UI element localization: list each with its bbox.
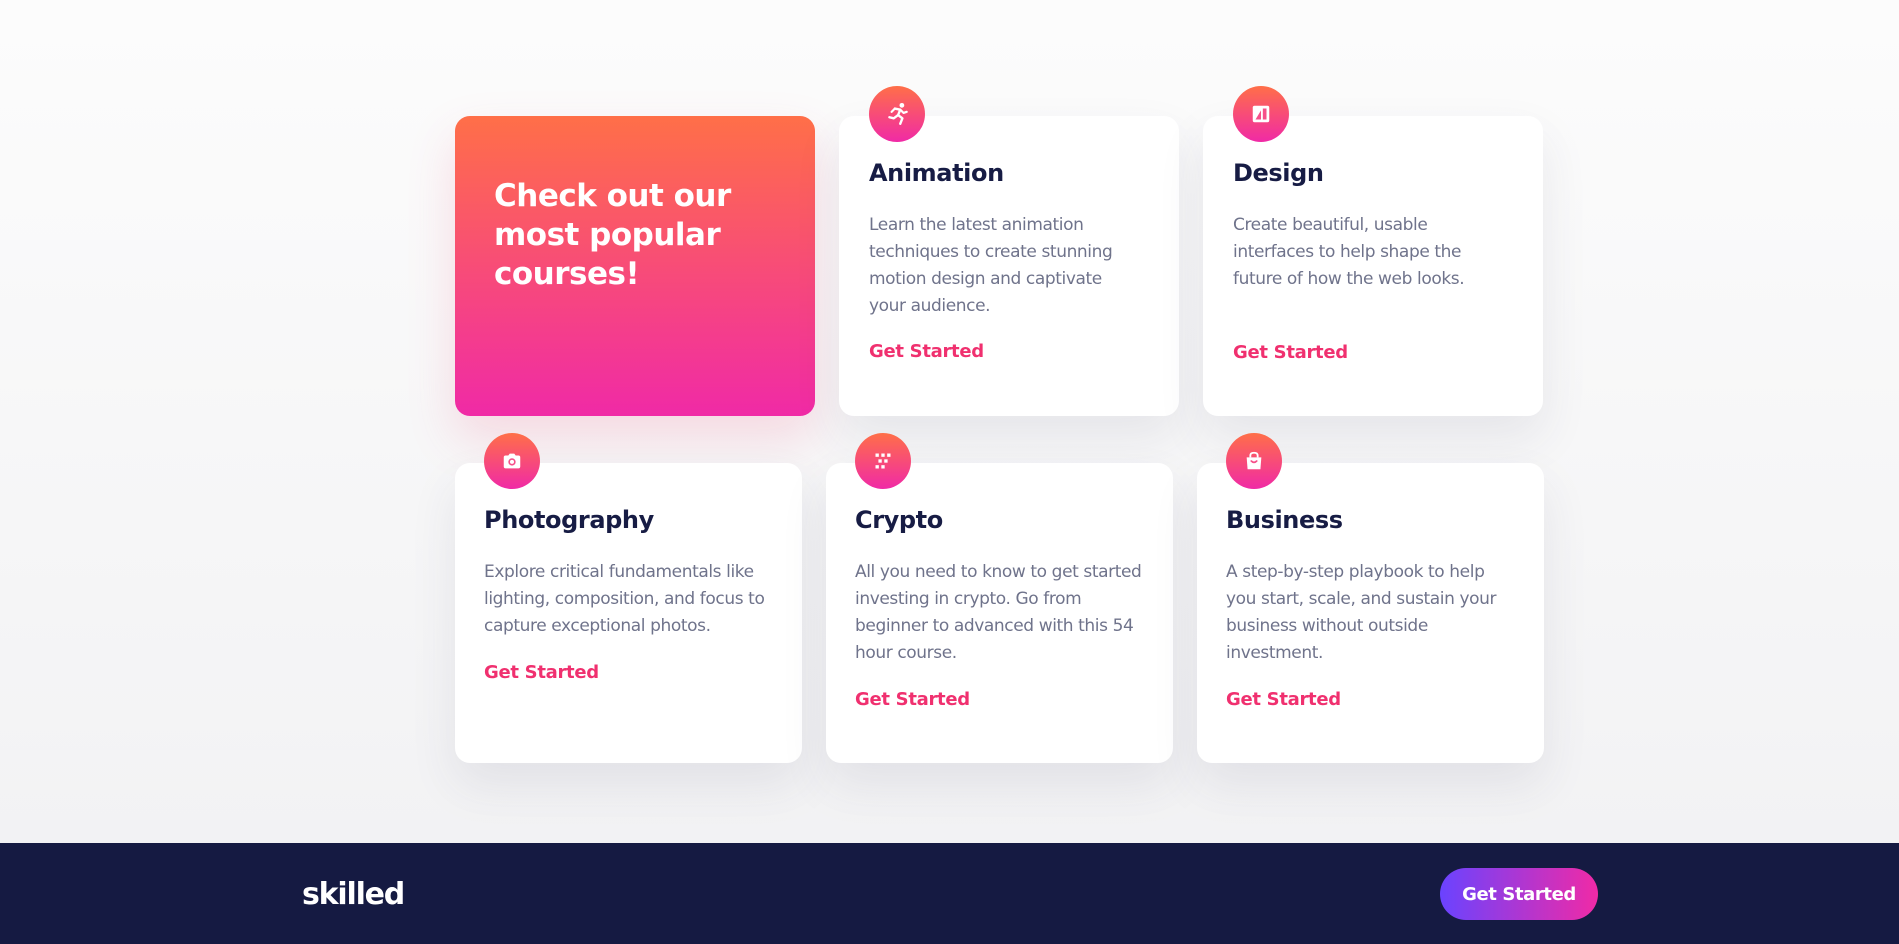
design-icon	[1233, 86, 1289, 142]
course-title: Animation	[869, 159, 1004, 187]
camera-icon	[484, 433, 540, 489]
course-card-animation: Animation Learn the latest animation tec…	[839, 116, 1179, 416]
get-started-link[interactable]: Get Started	[1226, 689, 1341, 710]
get-started-link[interactable]: Get Started	[869, 341, 984, 362]
course-title: Crypto	[855, 506, 943, 534]
course-description: All you need to know to get started inve…	[855, 562, 1142, 663]
get-started-button[interactable]: Get Started	[1440, 868, 1598, 920]
course-description: A step-by-step playbook to help you star…	[1226, 562, 1497, 663]
course-card-crypto: Crypto All you need to know to get start…	[826, 463, 1173, 763]
course-description: Create beautiful, usable interfaces to h…	[1233, 215, 1465, 289]
get-started-link[interactable]: Get Started	[484, 662, 599, 683]
course-title: Business	[1226, 506, 1343, 534]
shopping-bag-icon	[1226, 433, 1282, 489]
course-card-business: Business A step-by-step playbook to help…	[1197, 463, 1544, 763]
course-title: Photography	[484, 506, 654, 534]
course-title: Design	[1233, 159, 1324, 187]
hero-title: Check out our most popular courses!	[494, 178, 731, 292]
course-description: Explore critical fundamentals like light…	[484, 562, 765, 636]
get-started-link[interactable]: Get Started	[1233, 342, 1348, 363]
animation-icon	[869, 86, 925, 142]
course-card-photography: Photography Explore critical fundamental…	[455, 463, 802, 763]
course-description: Learn the latest animation techniques to…	[869, 215, 1113, 316]
hero-card: Check out our most popular courses!	[455, 116, 815, 416]
footer: skilled Get Started	[0, 843, 1899, 944]
crypto-icon	[855, 433, 911, 489]
course-card-design: Design Create beautiful, usable interfac…	[1203, 116, 1543, 416]
get-started-link[interactable]: Get Started	[855, 689, 970, 710]
logo[interactable]: skilled	[302, 877, 405, 912]
